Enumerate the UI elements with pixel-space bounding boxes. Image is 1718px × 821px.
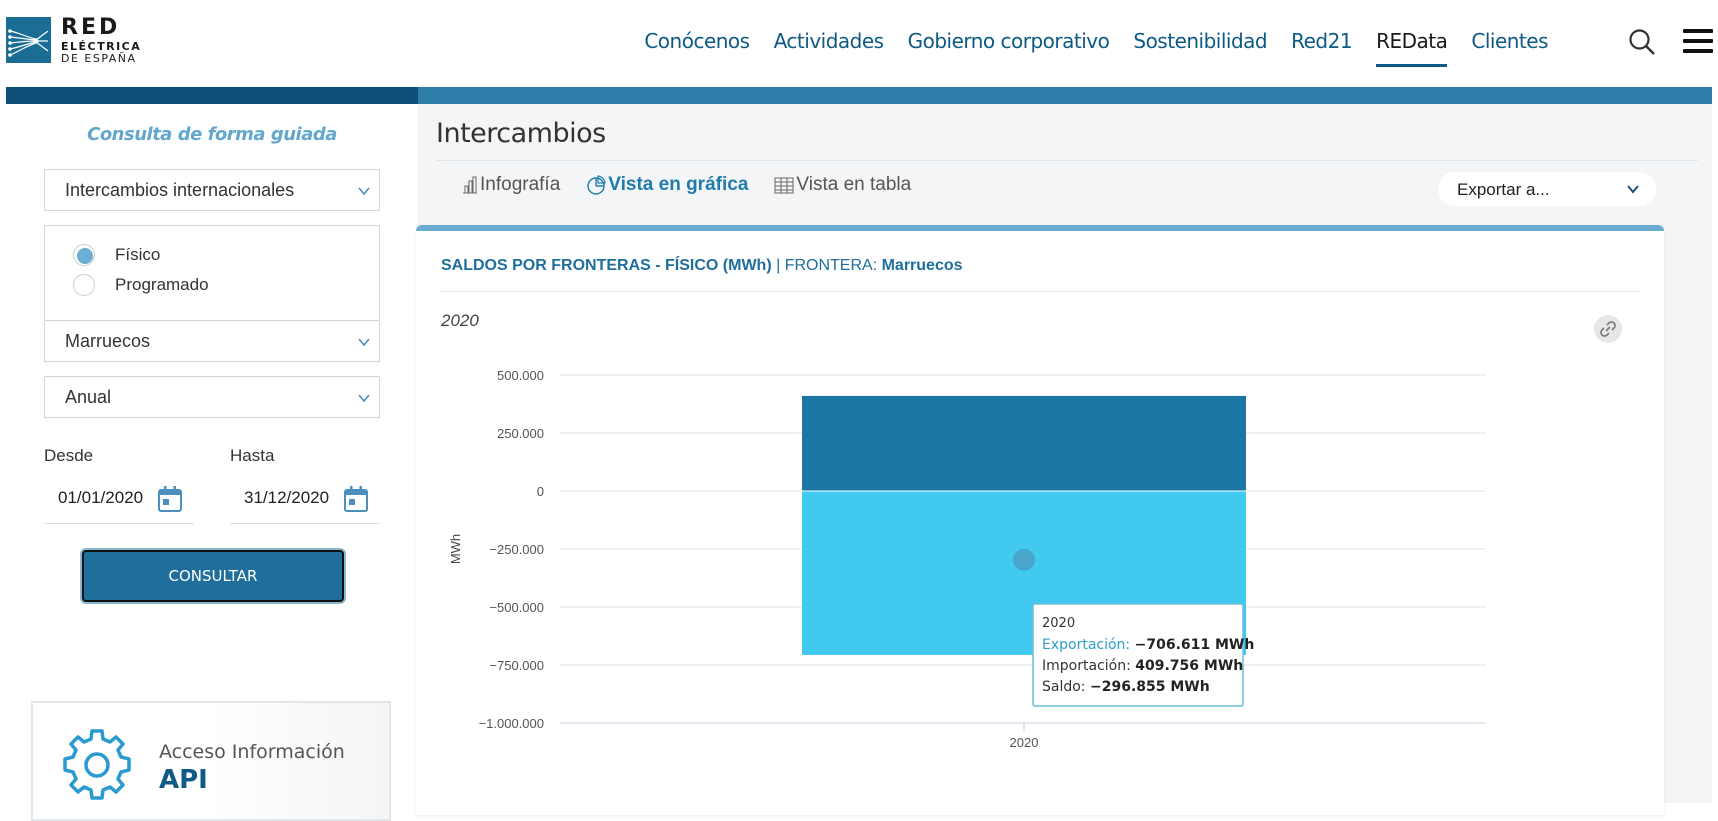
y-tick-label: −250.000 [489, 542, 544, 557]
calendar-icon[interactable] [344, 486, 368, 512]
title-divider [436, 160, 1698, 161]
tab-vista-grafica-label: Vista en gráfica [608, 174, 749, 195]
from-label: Desde [44, 446, 94, 465]
y-tick-label: 500.000 [497, 368, 544, 383]
period-select-value: Anual [65, 387, 112, 407]
search-icon[interactable] [1628, 28, 1656, 56]
nav-clientes[interactable]: Clientes [1471, 29, 1548, 75]
nav-redata[interactable]: REData [1376, 29, 1448, 75]
page-title: Intercambios [436, 118, 606, 149]
radio-programado[interactable] [73, 274, 95, 296]
chevron-down-icon [358, 394, 370, 403]
data-type-radio-group: Físico Programado [44, 225, 380, 321]
tab-vista-tabla-label: Vista en tabla [796, 174, 912, 195]
tab-infografia-label: Infografía [480, 174, 561, 195]
chevron-down-icon [358, 187, 370, 196]
radio-fisico[interactable] [73, 244, 95, 266]
tab-infografia[interactable]: Infografía [462, 174, 560, 196]
from-date-value: 01/01/2020 [58, 488, 144, 507]
chevron-down-icon [1627, 185, 1639, 194]
guided-query-panel: Consulta de forma guiada Intercambios in… [6, 104, 418, 821]
radio-option-programado[interactable]: Programado [73, 274, 209, 296]
x-tick-label: 2020 [1010, 735, 1039, 750]
nav-actividades[interactable]: Actividades [774, 29, 885, 75]
chevron-down-icon [358, 338, 370, 347]
category-select[interactable]: Intercambios internacionales [44, 169, 380, 211]
from-date-input[interactable]: 01/01/2020 [44, 476, 194, 524]
nav-red21[interactable]: Red21 [1291, 29, 1352, 75]
y-axis-label: MWh [448, 534, 463, 564]
chart-card: SALDOS POR FRONTERAS - FÍSICO (MWh) | FR… [416, 225, 1664, 815]
export-select-value: Exportar a... [1457, 180, 1550, 199]
content-color-bar [418, 87, 1712, 104]
sidebar-color-bar [6, 87, 418, 104]
nav-gobierno-corporativo[interactable]: Gobierno corporativo [908, 29, 1110, 75]
gear-icon [63, 729, 131, 800]
logo-line-1: RED [61, 15, 121, 40]
site-header: RED ELÉCTRICA DE ESPAÑA Conócenos Activi… [0, 0, 1718, 86]
to-date-value: 31/12/2020 [244, 488, 330, 507]
y-tick-label: −1.000.000 [479, 716, 544, 731]
consult-button[interactable]: CONSULTAR [82, 550, 344, 602]
tab-vista-tabla[interactable]: Vista en tabla [774, 174, 911, 196]
radio-fisico-label: Físico [115, 245, 161, 264]
y-tick-label: −750.000 [489, 658, 544, 673]
api-card-title: API [159, 765, 208, 795]
api-card-label: Acceso Información [159, 741, 345, 763]
red-electrica-logo[interactable]: RED ELÉCTRICA DE ESPAÑA [6, 17, 141, 64]
tooltip-row: Exportación: −706.611 MWh [1042, 637, 1254, 653]
api-access-card[interactable]: Acceso Información API [31, 701, 391, 821]
nav-sostenibilidad[interactable]: Sostenibilidad [1133, 29, 1267, 75]
bar-chart-icon [463, 176, 477, 194]
pie-chart-icon [587, 175, 606, 195]
radio-programado-label: Programado [115, 275, 209, 294]
table-icon [774, 177, 794, 194]
main-content: Intercambios Infografía Vista en gráfica… [416, 104, 1712, 815]
y-tick-label: 250.000 [497, 426, 544, 441]
period-select[interactable]: Anual [44, 376, 380, 418]
saldo-marker [1013, 548, 1035, 571]
logo-mark-icon [6, 17, 51, 63]
category-select-value: Intercambios internacionales [65, 180, 295, 200]
hamburger-menu-icon[interactable] [1683, 29, 1713, 53]
panel-title: Consulta de forma guiada [87, 124, 337, 145]
exchange-balance-chart[interactable]: 500.000 250.000 0 −250.000 −500.000 −750.000 −… [416, 231, 1664, 821]
export-select[interactable]: Exportar a... [1438, 172, 1656, 206]
y-tick-label: −500.000 [489, 600, 544, 615]
view-tabs: Infografía Vista en gráfica Vista en tab… [462, 174, 911, 196]
frontier-select-value: Marruecos [65, 331, 151, 351]
nav-conocenos[interactable]: Conócenos [644, 29, 750, 75]
to-label: Hasta [230, 446, 275, 465]
bar-importacion [802, 395, 1246, 491]
logo-line-2: ELÉCTRICA [61, 40, 142, 53]
radio-option-fisico[interactable]: Físico [73, 244, 160, 266]
to-date-input[interactable]: 31/12/2020 [230, 476, 380, 524]
calendar-icon[interactable] [158, 486, 182, 512]
tooltip-title: 2020 [1042, 616, 1075, 631]
frontier-select[interactable]: Marruecos [44, 320, 380, 362]
main-nav: Conócenos Actividades Gobierno corporati… [644, 29, 1548, 75]
logo-line-3: DE ESPAÑA [61, 52, 137, 65]
tooltip-row: Importación: 409.756 MWh [1042, 658, 1243, 674]
tooltip-row: Saldo: −296.855 MWh [1042, 679, 1210, 695]
tab-vista-grafica[interactable]: Vista en gráfica [586, 174, 748, 196]
y-tick-label: 0 [537, 484, 544, 499]
